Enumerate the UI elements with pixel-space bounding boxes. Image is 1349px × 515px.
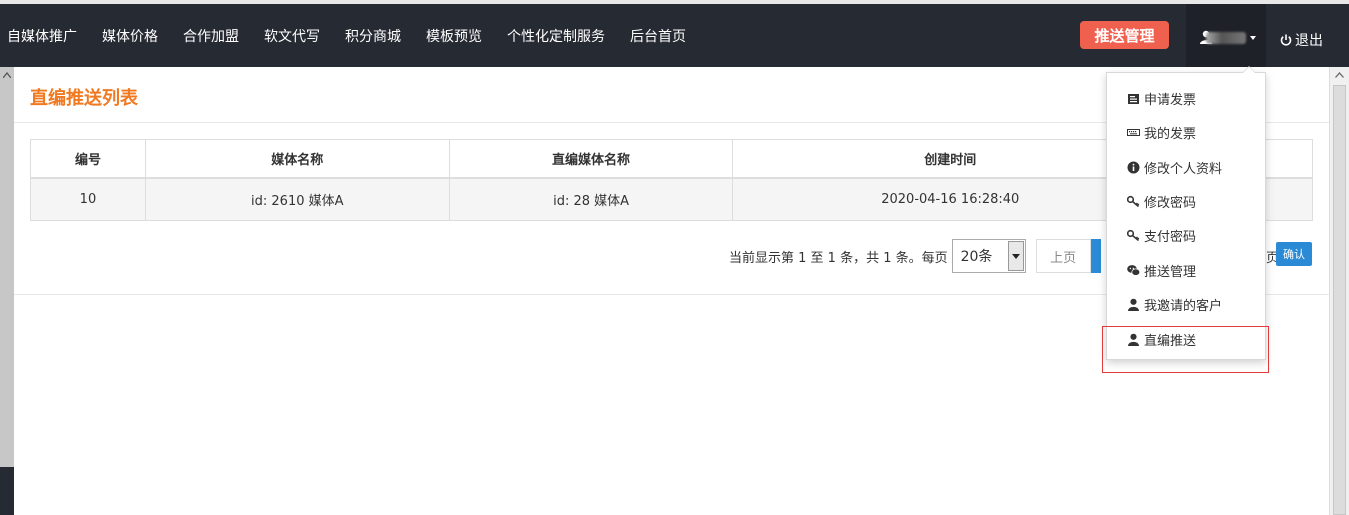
confirm-button[interactable]: 确认 [1276,242,1312,266]
menu-item-label: 申请发票 [1144,92,1197,108]
header-id: 编号 [30,139,146,178]
left-scroll-strip [0,67,14,515]
menu-item-push-management[interactable]: 推送管理 [1127,260,1196,280]
cell-media-name: id: 2610 媒体A [144,176,450,221]
nav-item-partnership[interactable]: 合作加盟 [171,26,252,46]
nav-item-template-preview[interactable]: 模板预览 [414,26,495,46]
keyboard-icon [1127,128,1140,136]
user-menu-toggle[interactable] [1186,4,1266,71]
logout-label: 退出 [1295,33,1323,49]
per-page-value: 20条 [960,249,993,265]
page-title: 直编推送列表 [30,88,138,109]
page: 自媒体推广 媒体价格 合作加盟 软文代写 积分商城 模板预览 个性化定制服务 后… [0,0,1349,515]
header-direct-media-name: 直编媒体名称 [448,139,734,178]
menu-item-apply-invoice[interactable]: 申请发票 [1127,88,1196,108]
user-dropdown-menu: 申请发票 我的发票 修改个人资料 修改密码 支付密码 推送管理 我邀请的客户 直… [1106,66,1266,360]
menu-item-payment-password[interactable]: 支付密码 [1127,225,1196,245]
scroll-up-icon [1335,72,1344,78]
header-created-time: 创建时间 [732,139,1169,178]
wechat-icon [1127,264,1140,276]
menu-item-label: 我的发票 [1144,126,1197,142]
prev-page-button[interactable]: 上页 [1035,239,1091,273]
menu-item-change-password[interactable]: 修改密码 [1127,191,1196,211]
menu-item-my-invoices[interactable]: 我的发票 [1127,122,1196,142]
user-icon [1128,333,1139,346]
header-media-name: 媒体名称 [144,139,450,178]
nav-item-admin-home[interactable]: 后台首页 [618,26,699,46]
power-icon [1280,34,1292,46]
top-navbar: 自媒体推广 媒体价格 合作加盟 软文代写 积分商城 模板预览 个性化定制服务 后… [0,0,1349,71]
nav-item-points-mall[interactable]: 积分商城 [333,26,414,46]
menu-item-label: 推送管理 [1144,264,1197,280]
arrow-up-icon [3,72,11,78]
nav-item-custom-service[interactable]: 个性化定制服务 [495,26,618,46]
cell-direct-media-name: id: 28 媒体A [448,176,734,221]
key-icon [1127,229,1140,241]
menu-item-label: 支付密码 [1144,229,1197,245]
username-redacted [1206,32,1246,44]
main-nav: 自媒体推广 媒体价格 合作加盟 软文代写 积分商城 模板预览 个性化定制服务 后… [0,4,699,67]
pagination: 当前显示第 1 至 1 条，共 1 条。每页 20条 上页 [729,239,1101,273]
nav-item-media-price[interactable]: 媒体价格 [90,26,171,46]
menu-item-label: 直编推送 [1144,333,1197,349]
caret-down-icon [1250,36,1256,40]
scrollbar-thumb[interactable] [1333,85,1346,515]
invoice-icon [1128,93,1139,104]
pagination-summary: 当前显示第 1 至 1 条，共 1 条。每页 [729,250,948,266]
cell-created-time: 2020-04-16 16:28:40 [732,176,1169,221]
menu-item-label: 修改密码 [1144,195,1197,211]
key-icon [1127,195,1140,207]
menu-item-edit-profile[interactable]: 修改个人资料 [1127,157,1222,177]
menu-item-invited-clients[interactable]: 我邀请的客户 [1127,294,1222,314]
menu-item-label: 修改个人资料 [1144,161,1223,177]
menu-item-direct-push[interactable]: 直编推送 [1127,329,1196,349]
push-management-button[interactable]: 推送管理 [1080,21,1169,49]
next-page-button[interactable] [1090,239,1101,273]
info-icon [1127,161,1140,173]
per-page-select[interactable]: 20条 [951,239,1026,273]
select-arrow-icon [1007,241,1024,271]
nav-item-self-media[interactable]: 自媒体推广 [0,26,90,46]
left-dark-strip [0,467,14,515]
menu-item-label: 我邀请的客户 [1144,298,1223,314]
vertical-scrollbar[interactable] [1329,67,1349,515]
cell-id: 10 [30,176,146,221]
user-icon [1128,298,1139,311]
logout-link[interactable]: 退出 [1280,30,1323,50]
nav-item-copywriting[interactable]: 软文代写 [252,26,333,46]
